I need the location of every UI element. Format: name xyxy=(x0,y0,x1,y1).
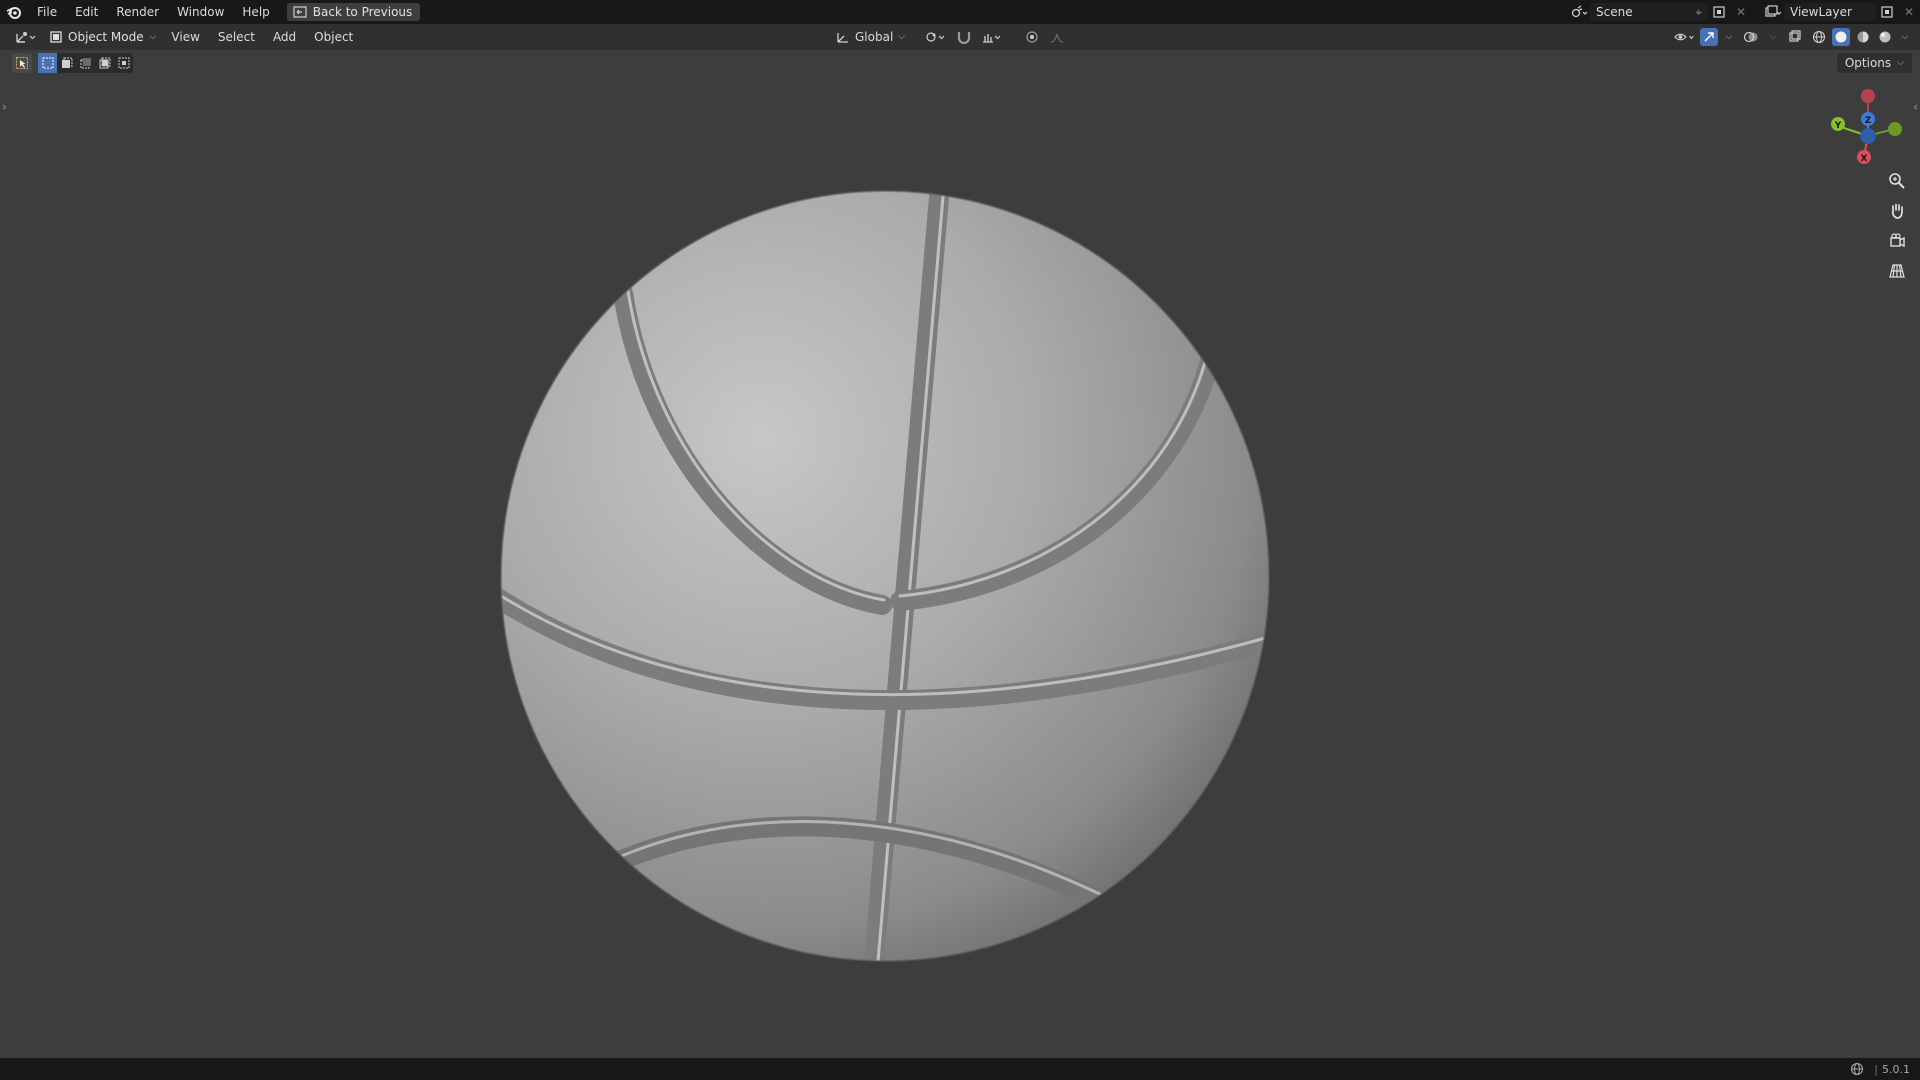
globe-icon[interactable] xyxy=(1850,1062,1864,1076)
object-mode-icon xyxy=(50,31,62,43)
perspective-grid-icon[interactable] xyxy=(1884,258,1910,284)
back-screen-icon xyxy=(293,6,307,18)
editor-type-icon[interactable] xyxy=(12,28,40,46)
menu-render[interactable]: Render xyxy=(107,0,168,24)
menu-help[interactable]: Help xyxy=(233,0,278,24)
status-bar: | 5.0.1 xyxy=(0,1058,1920,1080)
transform-orientation-icon xyxy=(837,33,848,43)
falloff-curve-icon[interactable] xyxy=(1049,28,1071,46)
object-mode-dropdown[interactable]: Object Mode ⌵ xyxy=(44,27,162,47)
scene-selector[interactable]: Scene ⌖ xyxy=(1590,3,1708,21)
svg-text:Y: Y xyxy=(1834,121,1842,131)
new-scene-icon[interactable] xyxy=(1708,3,1730,21)
basketball-mesh[interactable] xyxy=(500,185,1300,985)
gizmo-neg-y-icon[interactable] xyxy=(1888,122,1902,136)
pan-hand-icon[interactable] xyxy=(1884,198,1910,224)
scene-type-icon[interactable] xyxy=(1568,3,1590,21)
chevron-down-icon: ⌵ xyxy=(149,32,157,42)
navigation-gizmo[interactable]: Y Z X xyxy=(1818,84,1908,170)
snap-magnet-icon[interactable] xyxy=(953,28,975,46)
gizmo-toggle-icon[interactable] xyxy=(1700,28,1718,46)
svg-text:X: X xyxy=(1861,154,1868,164)
menu-file[interactable]: File xyxy=(28,0,66,24)
wireframe-shading-icon[interactable] xyxy=(1810,28,1828,46)
material-shading-icon[interactable] xyxy=(1854,28,1872,46)
chevron-down-icon: ⌵ xyxy=(898,32,906,42)
visibility-eye-icon[interactable] xyxy=(1674,28,1696,46)
viewport-display-tools: ⌵ ⌵ ⌵ xyxy=(1674,24,1912,50)
solid-shading-icon[interactable] xyxy=(1832,28,1850,46)
sidebar-expand-arrow-icon[interactable]: ‹ xyxy=(1913,100,1918,114)
orientation-label: Global xyxy=(855,30,894,44)
pin-icon[interactable]: ⌖ xyxy=(1695,5,1702,20)
menu-add[interactable]: Add xyxy=(264,24,305,50)
rendered-shading-icon[interactable] xyxy=(1876,28,1894,46)
chevron-down-icon[interactable]: ⌵ xyxy=(1898,28,1912,46)
workspace-selectors: Scene ⌖ ✕ ViewLayer ✕ xyxy=(1568,0,1920,24)
zoom-magnifier-icon[interactable] xyxy=(1884,168,1910,194)
menu-window[interactable]: Window xyxy=(168,0,233,24)
back-to-previous-button[interactable]: Back to Previous xyxy=(286,3,421,21)
transform-tools: Global ⌵ xyxy=(836,24,1071,50)
proportional-editing-icon[interactable] xyxy=(1021,28,1043,46)
top-menu-bar: File Edit Render Window Help Back to Pre… xyxy=(0,0,1920,24)
pivot-point-icon[interactable] xyxy=(925,28,947,46)
chevron-down-icon[interactable]: ⌵ xyxy=(1766,28,1780,46)
view-layer-selector[interactable]: ViewLayer xyxy=(1784,3,1876,21)
new-view-layer-icon[interactable] xyxy=(1876,3,1898,21)
snap-target-icon[interactable] xyxy=(981,28,1003,46)
menu-object[interactable]: Object xyxy=(305,24,362,50)
menu-view[interactable]: View xyxy=(162,24,208,50)
orientation-dropdown[interactable]: Global ⌵ xyxy=(836,30,905,44)
svg-text:Z: Z xyxy=(1865,116,1872,126)
toolbar-expand-arrow-icon[interactable]: › xyxy=(2,100,7,114)
view-layer-type-icon[interactable] xyxy=(1762,3,1784,21)
back-to-previous-label: Back to Previous xyxy=(312,5,413,19)
xray-toggle-icon[interactable] xyxy=(1784,28,1806,46)
status-divider: | xyxy=(1874,1062,1878,1076)
blender-logo-icon[interactable] xyxy=(0,0,28,24)
gizmo-neg-z-icon[interactable] xyxy=(1860,128,1876,144)
menu-select[interactable]: Select xyxy=(209,24,264,50)
camera-view-icon[interactable] xyxy=(1884,228,1910,254)
version-label: 5.0.1 xyxy=(1882,1062,1910,1076)
remove-scene-icon[interactable]: ✕ xyxy=(1730,3,1752,21)
overlays-icon[interactable] xyxy=(1740,28,1762,46)
remove-view-layer-icon[interactable]: ✕ xyxy=(1898,3,1920,21)
menu-edit[interactable]: Edit xyxy=(66,0,107,24)
chevron-down-icon[interactable]: ⌵ xyxy=(1722,28,1736,46)
scene-name: Scene xyxy=(1596,5,1633,19)
view-layer-name: ViewLayer xyxy=(1790,5,1852,19)
object-mode-label: Object Mode xyxy=(68,30,144,44)
gizmo-neg-x-icon[interactable] xyxy=(1861,89,1875,103)
